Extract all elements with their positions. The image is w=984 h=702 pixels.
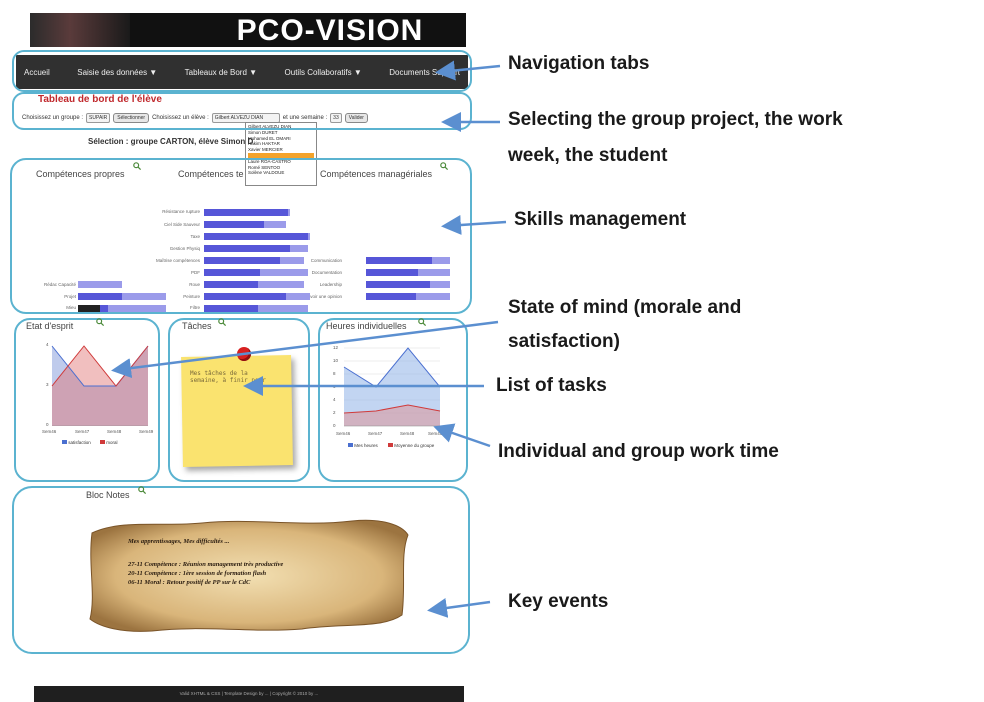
arrow-icon — [433, 423, 491, 448]
label-key-events: Key events — [508, 591, 609, 612]
label-selecting-line2: week, the student — [508, 145, 668, 166]
arrow-icon — [435, 60, 501, 81]
annotation-arrows — [111, 60, 507, 618]
arrow-icon — [111, 320, 499, 379]
label-skills: Skills management — [514, 209, 687, 230]
label-work-time: Individual and group work time — [498, 441, 779, 462]
label-selecting-line1: Selecting the group project, the work — [508, 109, 843, 130]
label-state-of-mind-line2: satisfaction) — [508, 331, 620, 352]
label-state-of-mind-line1: State of mind (morale and — [508, 297, 742, 318]
arrow-icon — [441, 215, 507, 235]
label-tasks: List of tasks — [496, 375, 607, 396]
arrow-icon — [427, 598, 491, 618]
label-navigation-tabs: Navigation tabs — [508, 53, 650, 74]
